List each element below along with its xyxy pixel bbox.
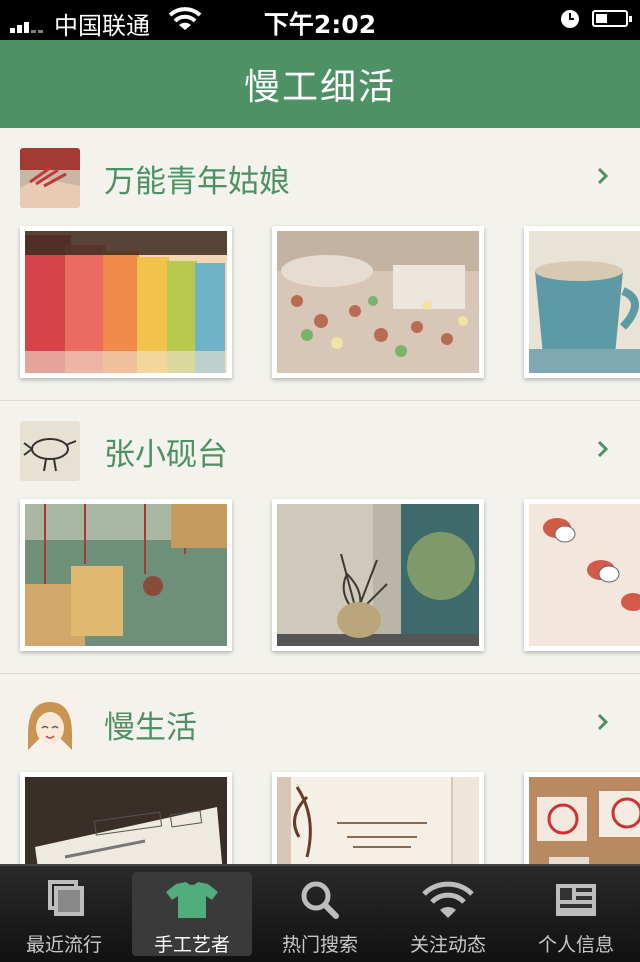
vase-branch-photo[interactable] [272, 499, 484, 651]
status-bar: 中国联通 下午2:02 [0, 0, 640, 40]
tab-label: 热门搜索 [281, 934, 358, 956]
search-icon [256, 880, 384, 920]
artisan-list[interactable]: 万能青年姑娘 张小砚台 慢生活 [0, 128, 640, 864]
tab-following[interactable]: 关注动态 [384, 866, 512, 962]
tab-label: 最近流行 [25, 934, 102, 956]
miniature-sweets-photo[interactable] [272, 226, 484, 378]
wifi-icon [384, 880, 512, 920]
tab-label: 个人信息 [537, 934, 614, 956]
wooden-charms-photo[interactable] [20, 499, 232, 651]
button-jars-photo[interactable] [20, 226, 232, 378]
tab-craftsmen[interactable]: 手工艺者 [132, 872, 252, 956]
artisan-name: 万能青年姑娘 [104, 164, 290, 200]
artisan-section: 万能青年姑娘 [0, 128, 640, 401]
bird-drawing-avatar-icon [20, 421, 80, 481]
photo-strip[interactable] [0, 772, 640, 864]
chevron-right-icon [596, 712, 610, 736]
stamps-photo[interactable] [524, 772, 640, 864]
tab-profile[interactable]: 个人信息 [512, 866, 640, 962]
chevron-right-icon [596, 439, 610, 463]
artisan-name: 慢生活 [104, 710, 197, 746]
nav-bar: 慢工细活 [0, 40, 640, 128]
tab-hot-search[interactable]: 热门搜索 [256, 866, 384, 962]
tshirt-icon [132, 880, 252, 920]
artisan-header-row[interactable]: 万能青年姑娘 [0, 128, 640, 218]
artisan-header-row[interactable]: 慢生活 [0, 674, 640, 764]
artisan-section: 张小砚台 [0, 401, 640, 674]
chevron-right-icon [596, 166, 610, 190]
tab-bar: 最近流行 手工艺者 热门搜索 关注动态 个人信息 [0, 864, 640, 962]
status-time: 下午2:02 [263, 10, 377, 39]
tab-label: 关注动态 [409, 934, 486, 956]
profile-card-icon [512, 880, 640, 920]
layers-icon [0, 880, 128, 920]
artisan-name: 张小砚台 [104, 437, 228, 473]
artisan-section: 慢生活 [0, 674, 640, 864]
artisan-header-row[interactable]: 张小砚台 [0, 401, 640, 491]
page-title: 慢工细活 [243, 67, 396, 108]
business-card-photo[interactable] [20, 772, 232, 864]
battery-icon [592, 10, 632, 27]
tab-recent-popular[interactable]: 最近流行 [0, 866, 128, 962]
photo-strip[interactable] [0, 499, 640, 651]
alarm-clock-icon [560, 9, 580, 33]
photo-strip[interactable] [0, 226, 640, 378]
cup-photo[interactable] [524, 226, 640, 378]
tab-label: 手工艺者 [153, 934, 230, 956]
wedding-invitation-photo[interactable] [272, 772, 484, 864]
figurines-photo[interactable] [524, 499, 640, 651]
cartoon-girl-avatar-icon [20, 694, 80, 754]
hand-avatar-icon [20, 148, 80, 208]
